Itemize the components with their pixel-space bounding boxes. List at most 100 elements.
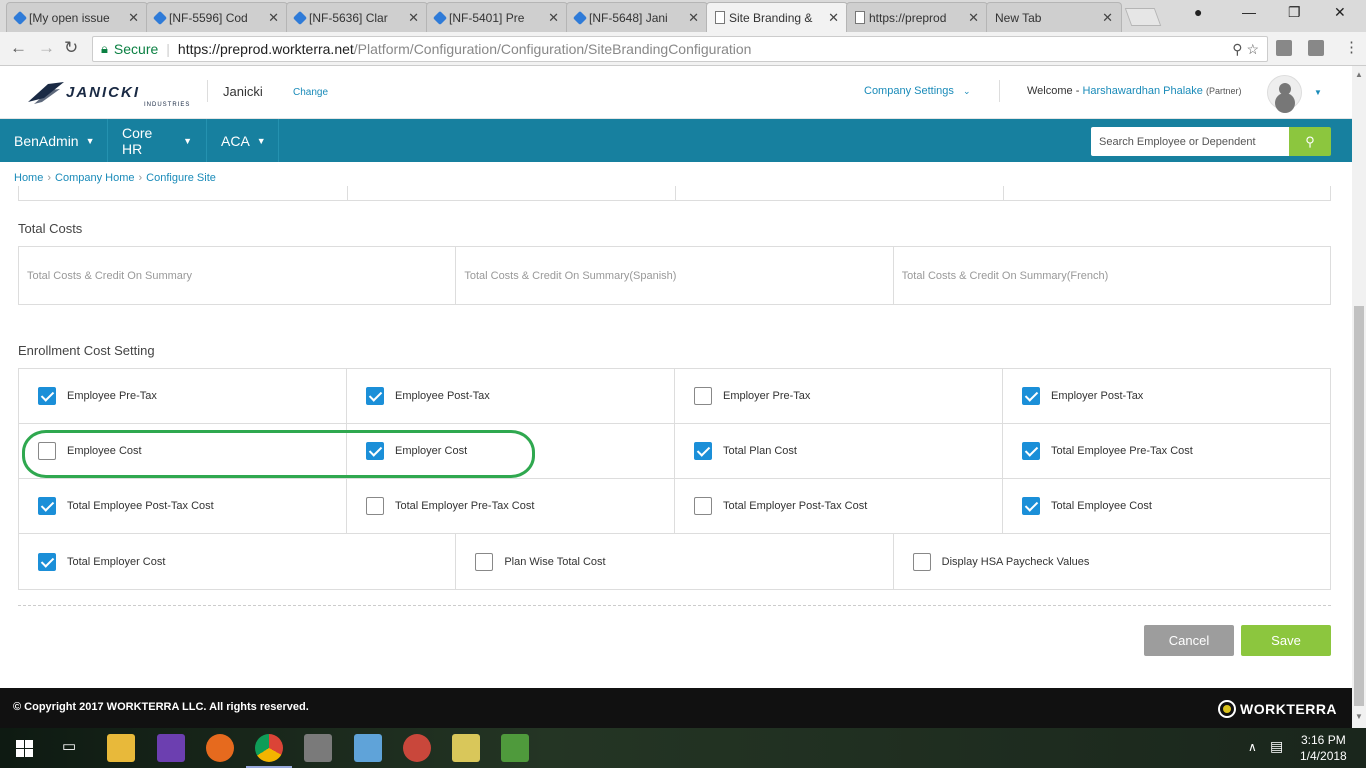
user-name[interactable]: Harshawardhan Phalake bbox=[1082, 85, 1202, 97]
tab-label: New Tab bbox=[995, 10, 1042, 25]
total-costs-summary-spanish-input[interactable] bbox=[456, 247, 894, 304]
breadcrumb-company-home[interactable]: Company Home bbox=[55, 172, 134, 184]
checkbox[interactable] bbox=[912, 552, 931, 571]
checkbox-label[interactable]: Total Employee Post-Tax Cost bbox=[67, 500, 214, 512]
profile-icon[interactable]: ● bbox=[1194, 4, 1202, 20]
app-icon[interactable] bbox=[501, 734, 529, 762]
checkbox[interactable] bbox=[1022, 497, 1040, 515]
checkbox[interactable] bbox=[38, 387, 56, 405]
close-icon[interactable]: ✕ bbox=[968, 10, 979, 26]
checkbox[interactable] bbox=[38, 442, 56, 460]
close-icon[interactable]: ✕ bbox=[828, 10, 839, 26]
file-explorer-icon[interactable] bbox=[107, 734, 135, 762]
browser-tab[interactable]: [NF-5401] Pre ✕ bbox=[426, 2, 568, 32]
checkbox[interactable] bbox=[694, 442, 712, 460]
browser-tab[interactable]: [My open issue ✕ bbox=[6, 2, 148, 32]
checkbox-label[interactable]: Display HSA Paycheck Values bbox=[942, 556, 1090, 568]
change-company-link[interactable]: Change bbox=[293, 87, 328, 98]
checkbox-label[interactable]: Total Employer Pre-Tax Cost bbox=[395, 500, 534, 512]
close-icon[interactable]: ✕ bbox=[408, 10, 419, 26]
extension-icon[interactable] bbox=[1276, 40, 1292, 56]
browser-tab[interactable]: [NF-5596] Cod ✕ bbox=[146, 2, 288, 32]
nav-item-aca[interactable]: ACA ▼ bbox=[207, 119, 279, 162]
firefox-icon[interactable] bbox=[206, 734, 234, 762]
checkbox-label[interactable]: Employer Pre-Tax bbox=[723, 390, 810, 402]
browser-tab-active[interactable]: Site Branding & ✕ bbox=[706, 2, 848, 32]
checkbox-label[interactable]: Total Plan Cost bbox=[723, 445, 797, 457]
search-button[interactable]: ⚲ bbox=[1289, 127, 1331, 156]
checkbox-label[interactable]: Employee Post-Tax bbox=[395, 390, 490, 402]
browser-tab[interactable]: New Tab ✕ bbox=[986, 2, 1122, 32]
scroll-down-icon[interactable]: ▼ bbox=[1355, 712, 1363, 721]
chrome-icon[interactable] bbox=[255, 734, 283, 762]
menu-icon[interactable]: ⋮ bbox=[1344, 38, 1359, 56]
app-icon[interactable] bbox=[354, 734, 382, 762]
checkbox-label[interactable]: Employee Pre-Tax bbox=[67, 390, 157, 402]
close-icon[interactable]: ✕ bbox=[1102, 10, 1113, 26]
total-costs-summary-french-input[interactable] bbox=[893, 247, 1330, 304]
enrollment-cell: Plan Wise Total Cost bbox=[456, 534, 894, 589]
close-icon[interactable]: ✕ bbox=[688, 10, 699, 26]
checkbox[interactable] bbox=[366, 497, 384, 515]
scroll-thumb[interactable] bbox=[1354, 306, 1364, 706]
save-button[interactable]: Save bbox=[1241, 625, 1331, 656]
tools-icon[interactable] bbox=[304, 734, 332, 762]
breadcrumb-configure-site[interactable]: Configure Site bbox=[146, 172, 216, 184]
reload-icon[interactable]: ↻ bbox=[64, 38, 78, 58]
notification-icon[interactable]: ▤ bbox=[1270, 738, 1283, 755]
checkbox[interactable] bbox=[38, 552, 56, 571]
windows-start-icon[interactable] bbox=[16, 740, 33, 757]
caret-down-icon[interactable]: ▼ bbox=[1314, 88, 1322, 97]
nav-item-core-hr[interactable]: Core HR ▼ bbox=[108, 119, 207, 162]
system-clock[interactable]: 3:16 PM 1/4/2018 bbox=[1300, 732, 1347, 764]
url-field[interactable]: 🔒︎ Secure | https://preprod.workterra.ne… bbox=[92, 36, 1268, 62]
chevron-up-icon[interactable]: ∧ bbox=[1248, 740, 1257, 754]
close-icon[interactable]: ✕ bbox=[128, 10, 139, 26]
checkbox[interactable] bbox=[38, 497, 56, 515]
extension-icon[interactable] bbox=[1308, 40, 1324, 56]
forward-icon[interactable]: → bbox=[38, 38, 55, 58]
avatar[interactable] bbox=[1267, 75, 1302, 110]
breadcrumb-home[interactable]: Home bbox=[14, 172, 43, 184]
checkbox-label[interactable]: Employer Post-Tax bbox=[1051, 390, 1143, 402]
company-settings-dropdown[interactable]: Company Settings ⌄ bbox=[864, 85, 971, 97]
checkbox[interactable] bbox=[475, 552, 494, 571]
new-tab-button[interactable] bbox=[1124, 8, 1162, 26]
checkbox-label[interactable]: Total Employer Cost bbox=[67, 556, 165, 568]
address-bar: ← → ↻ 🔒︎ Secure | https://preprod.workte… bbox=[0, 32, 1366, 66]
task-view-icon[interactable]: ▭ bbox=[62, 737, 76, 755]
company-logo[interactable]: JANICKI INDUSTRIES bbox=[26, 78, 189, 108]
checkbox-label[interactable]: Plan Wise Total Cost bbox=[504, 556, 605, 568]
checkbox[interactable] bbox=[1022, 442, 1040, 460]
checkbox[interactable] bbox=[366, 442, 384, 460]
jira-icon bbox=[432, 10, 448, 26]
close-icon[interactable]: ✕ bbox=[548, 10, 559, 26]
close-window-icon[interactable]: ✕ bbox=[1334, 4, 1346, 21]
checkbox-label[interactable]: Total Employer Post-Tax Cost bbox=[723, 500, 867, 512]
browser-tab[interactable]: https://preprod ✕ bbox=[846, 2, 988, 32]
checkbox[interactable] bbox=[366, 387, 384, 405]
checkbox[interactable] bbox=[694, 497, 712, 515]
checkbox-label[interactable]: Total Employee Cost bbox=[1051, 500, 1152, 512]
checkbox[interactable] bbox=[694, 387, 712, 405]
employee-search-input[interactable] bbox=[1091, 127, 1289, 156]
app-icon[interactable] bbox=[452, 734, 480, 762]
checkbox[interactable] bbox=[1022, 387, 1040, 405]
back-icon[interactable]: ← bbox=[10, 38, 27, 58]
page-scrollbar[interactable]: ▲ ▼ bbox=[1352, 66, 1366, 728]
app-icon[interactable] bbox=[403, 734, 431, 762]
browser-tab[interactable]: [NF-5648] Jani ✕ bbox=[566, 2, 708, 32]
cancel-button[interactable]: Cancel bbox=[1144, 625, 1234, 656]
scroll-up-icon[interactable]: ▲ bbox=[1355, 70, 1363, 79]
close-icon[interactable]: ✕ bbox=[268, 10, 279, 26]
checkbox-label[interactable]: Employer Cost bbox=[395, 445, 467, 457]
checkbox-label[interactable]: Total Employee Pre-Tax Cost bbox=[1051, 445, 1193, 457]
checkbox-label[interactable]: Employee Cost bbox=[67, 445, 142, 457]
total-costs-summary-input[interactable] bbox=[19, 247, 457, 304]
minimize-icon[interactable]: — bbox=[1242, 4, 1256, 20]
browser-tab[interactable]: [NF-5636] Clar ✕ bbox=[286, 2, 428, 32]
zoom-icon[interactable]: ⚲ ☆ bbox=[1232, 41, 1259, 58]
restore-icon[interactable]: ❐ bbox=[1288, 4, 1301, 21]
nav-item-benadmin[interactable]: BenAdmin ▼ bbox=[0, 119, 108, 162]
visual-studio-icon[interactable] bbox=[157, 734, 185, 762]
